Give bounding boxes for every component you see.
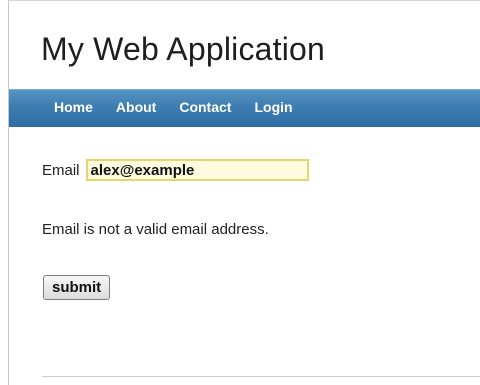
nav-bar: Home About Contact Login xyxy=(9,89,480,127)
footer-divider xyxy=(42,376,480,377)
email-error-message: Email is not a valid email address. xyxy=(42,221,269,238)
nav-item-contact[interactable]: Contact xyxy=(179,99,231,115)
page-frame: My Web Application Home About Contact Lo… xyxy=(8,0,480,385)
app-title: My Web Application xyxy=(41,31,326,67)
email-label: Email xyxy=(42,161,80,179)
email-input[interactable] xyxy=(85,159,309,181)
nav-item-about[interactable]: About xyxy=(116,99,156,115)
email-form-row: Email xyxy=(42,159,309,181)
nav-item-home[interactable]: Home xyxy=(54,99,93,115)
nav-items: Home About Contact Login xyxy=(54,99,316,115)
nav-item-login[interactable]: Login xyxy=(254,99,292,115)
submit-button[interactable]: submit xyxy=(43,275,111,300)
